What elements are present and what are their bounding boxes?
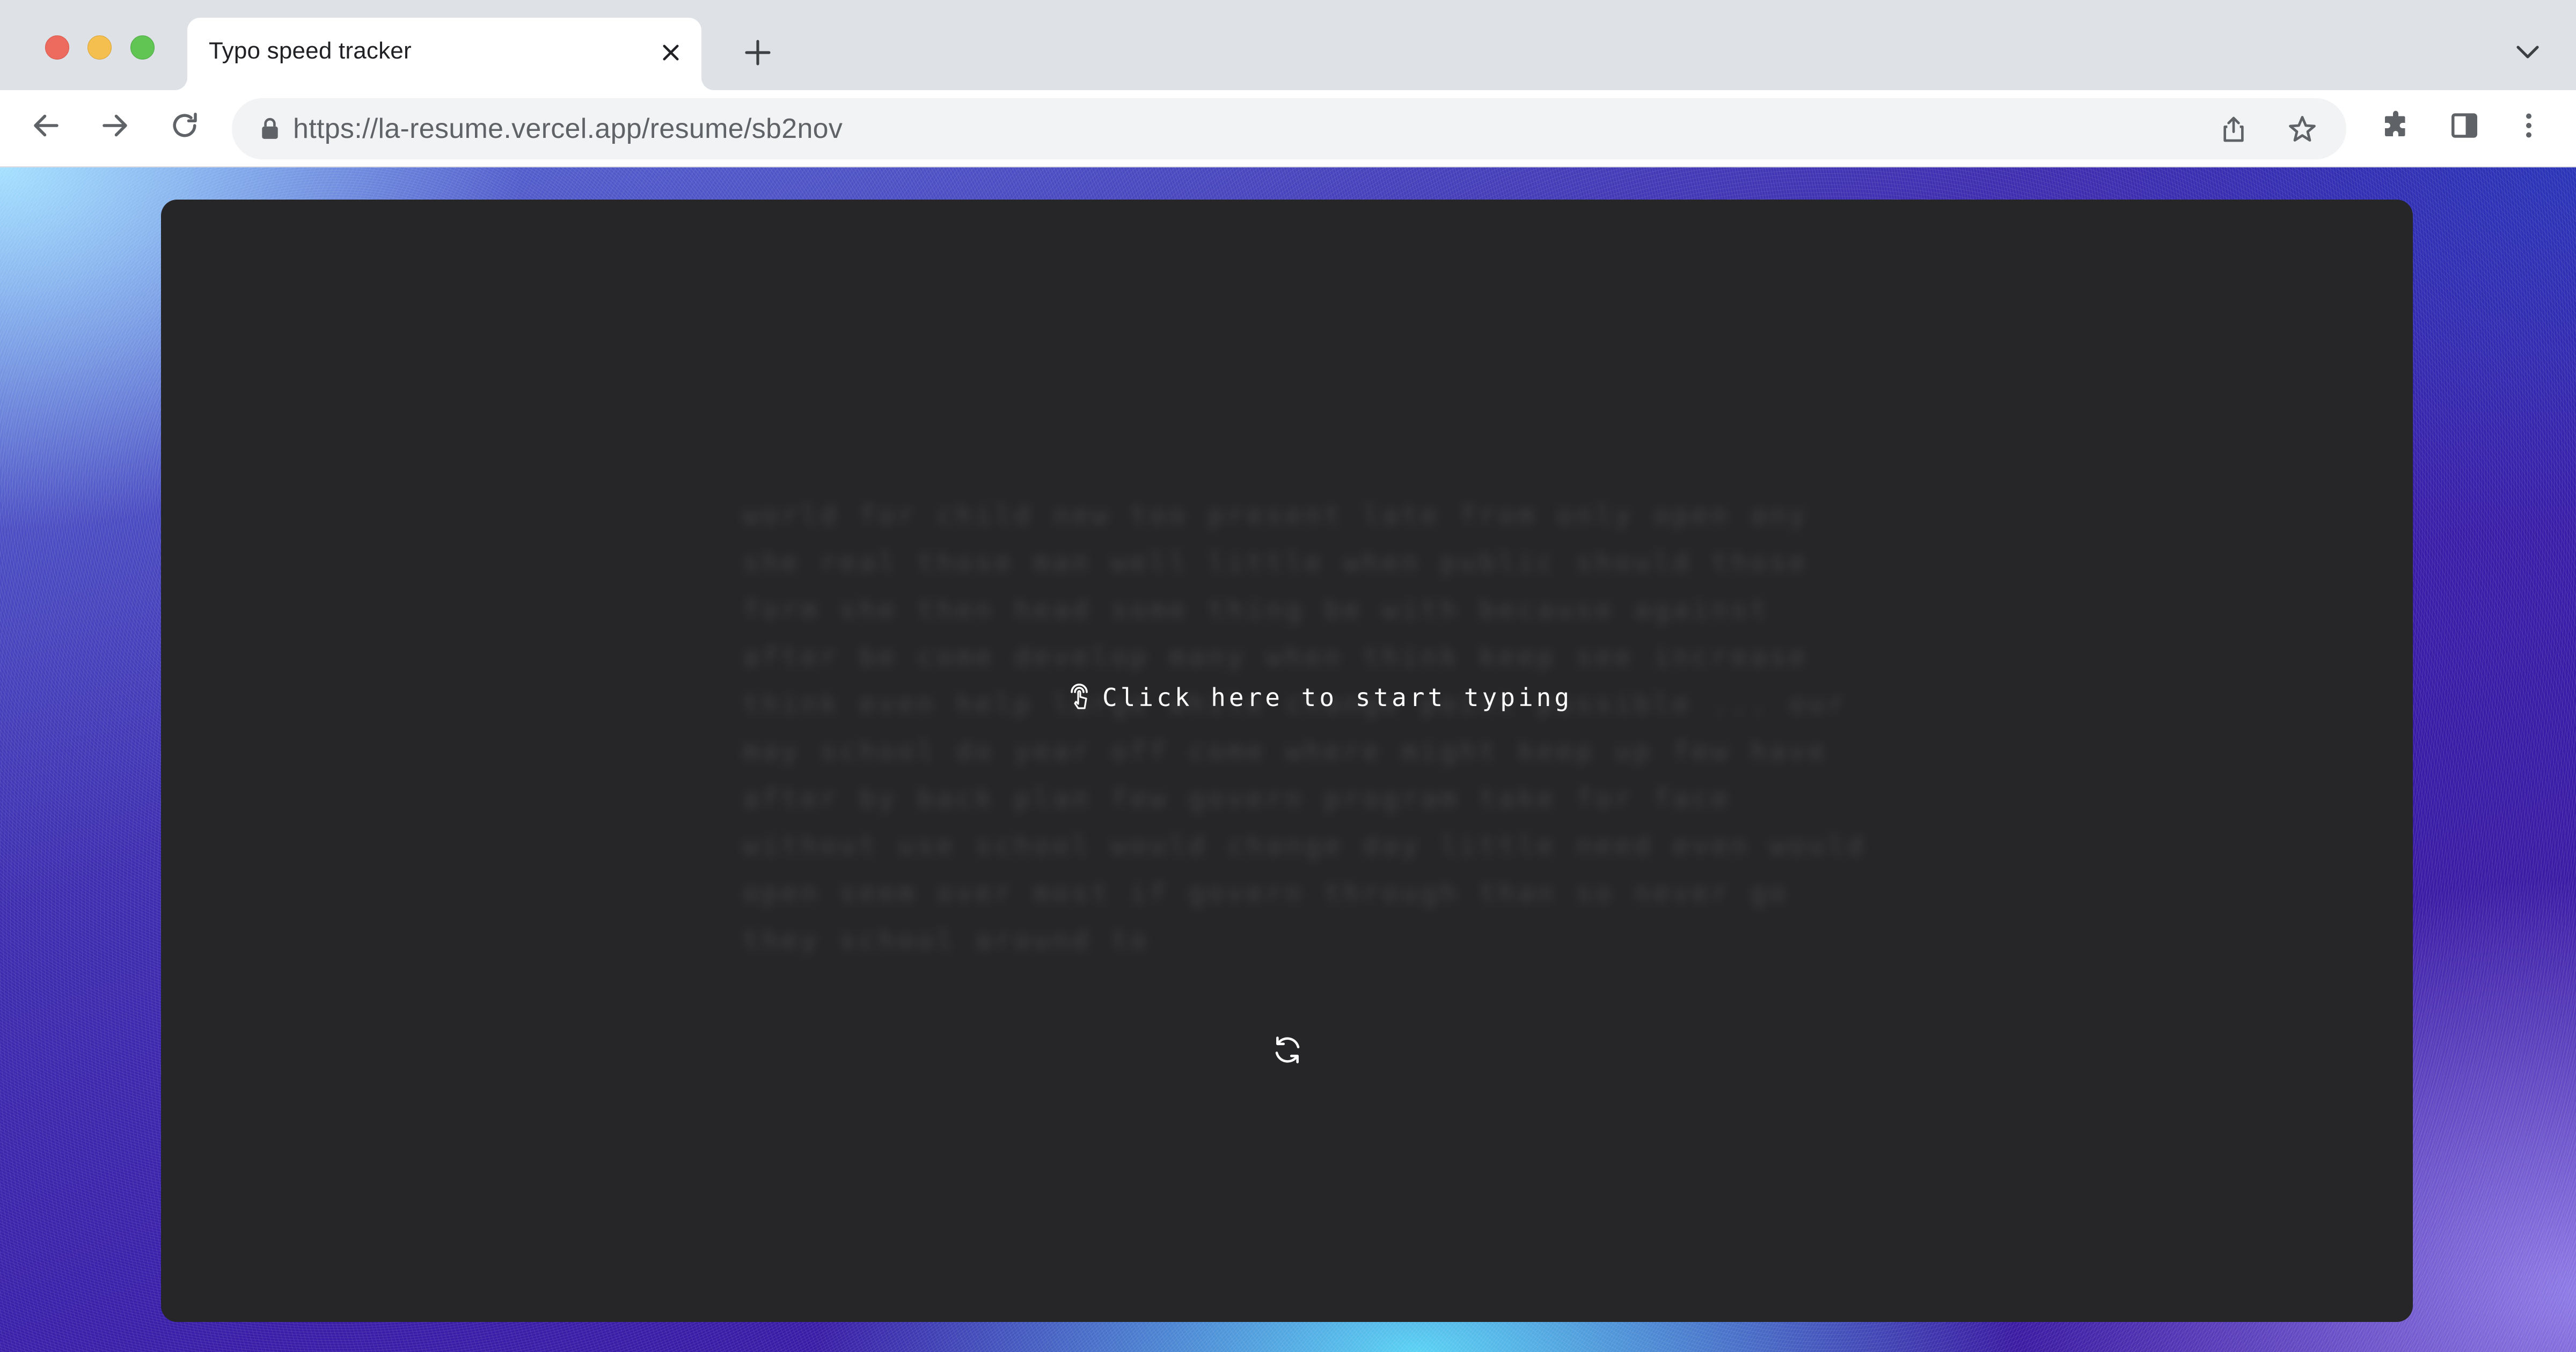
tab-title: Typo speed tracker [209,38,412,64]
start-typing-label: Click here to start typing [1102,683,1573,712]
page-viewport: world for child new too present late fro… [0,167,2576,1352]
forward-button[interactable] [96,106,134,145]
active-tab[interactable]: Typo speed tracker [174,18,714,90]
tab-strip: Typo speed tracker [0,0,2576,90]
refresh-icon [1275,1037,1300,1063]
restart-button[interactable] [1269,1031,1306,1069]
extensions-button[interactable] [2376,106,2415,145]
reload-button[interactable] [165,106,204,145]
back-button[interactable] [27,106,65,145]
address-bar[interactable]: https://la-resume.vercel.app/resume/sb2n… [232,98,2346,159]
more-vertical-icon [2526,113,2531,138]
close-icon[interactable] [660,41,682,64]
window-close-button[interactable] [45,35,69,60]
side-panel-button[interactable] [2445,106,2484,145]
reload-icon [173,113,197,137]
lock-icon[interactable] [261,117,279,140]
share-icon[interactable] [2219,114,2249,144]
typing-words: world for child new too present late fro… [743,499,1886,956]
window-minimize-button[interactable] [87,35,112,60]
url-text[interactable]: https://la-resume.vercel.app/resume/sb2n… [293,98,843,159]
menu-button[interactable] [2509,106,2548,145]
arrow-left-icon [34,114,58,137]
arrow-right-icon [103,114,127,137]
chevron-down-icon[interactable] [2515,42,2541,63]
side-panel-icon [2451,113,2477,138]
typing-card: world for child new too present late fro… [161,200,2413,1322]
start-typing-button[interactable]: Click here to start typing [1066,676,1572,719]
puzzle-icon [2385,111,2405,136]
window-zoom-button[interactable] [130,35,155,60]
browser-toolbar: https://la-resume.vercel.app/resume/sb2n… [0,90,2576,167]
star-icon[interactable] [2286,113,2318,145]
new-tab-icon[interactable] [743,38,773,68]
pointer-click-icon [1071,684,1088,709]
